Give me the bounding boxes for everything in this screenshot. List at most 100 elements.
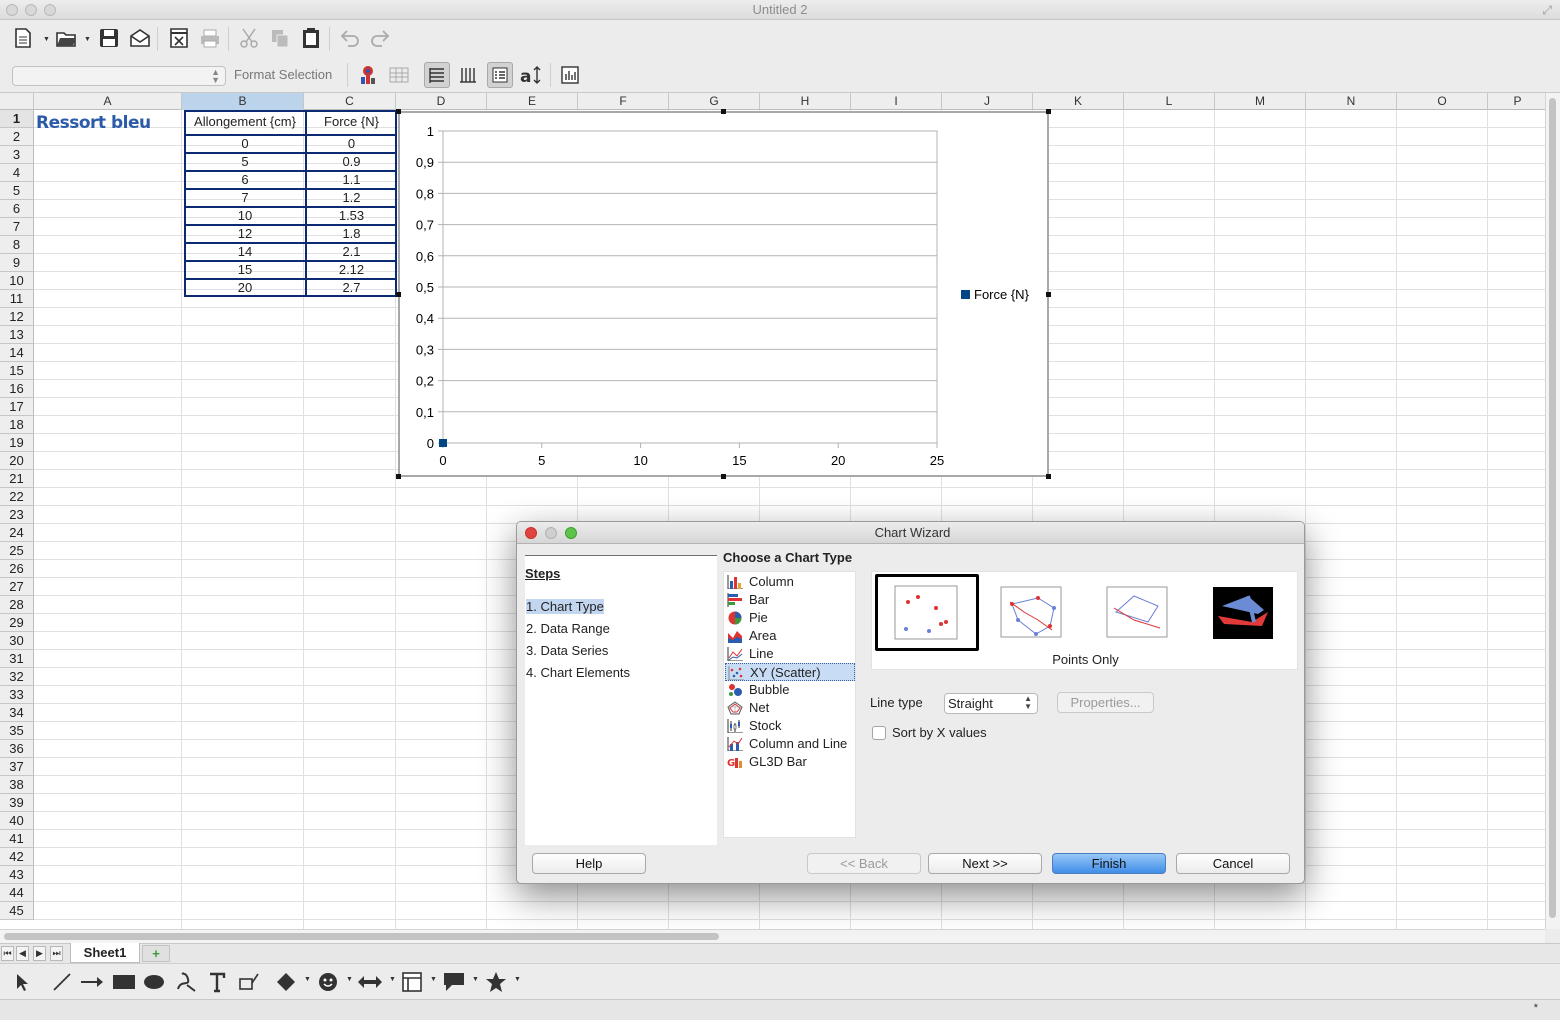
row-header-17[interactable]: 17	[0, 398, 34, 416]
row-header-14[interactable]: 14	[0, 344, 34, 362]
automatic-layout-icon[interactable]	[557, 62, 583, 88]
sheet-tab-sheet1[interactable]: Sheet1	[70, 943, 140, 963]
first-sheet-button[interactable]: ⏮	[1, 946, 14, 961]
row-header-12[interactable]: 12	[0, 308, 34, 326]
row-header-23[interactable]: 23	[0, 506, 34, 524]
row-header-39[interactable]: 39	[0, 794, 34, 812]
stars-dropdown-icon[interactable]: ▼	[514, 976, 521, 983]
vertical-scroll-thumb[interactable]	[1549, 98, 1556, 918]
new-dropdown-icon[interactable]: ▼	[43, 36, 50, 43]
horizontal-scrollbar[interactable]	[0, 929, 1545, 943]
add-sheet-button[interactable]: +	[142, 945, 170, 962]
row-header-44[interactable]: 44	[0, 884, 34, 902]
column-header-p[interactable]: P	[1488, 93, 1545, 110]
export-pdf-icon[interactable]	[166, 25, 192, 51]
help-button[interactable]: Help	[532, 853, 646, 874]
column-header-n[interactable]: N	[1306, 93, 1397, 110]
vertical-scrollbar[interactable]	[1545, 93, 1560, 929]
column-header-h[interactable]: H	[760, 93, 851, 110]
table-cell[interactable]: 6	[184, 171, 306, 189]
chart-object[interactable]: 0 0,1 0,2 0,3 0,4 0,5 0,6 0,7 0,8 0,9 1 0 5 10 15 20 25 F…	[398, 111, 1049, 477]
step-data-series[interactable]: 3. Data Series	[526, 643, 608, 658]
table-cell[interactable]: 1.1	[306, 171, 397, 189]
row-header-37[interactable]: 37	[0, 758, 34, 776]
freeform-tool-icon[interactable]	[172, 970, 200, 994]
open-folder-icon[interactable]	[54, 25, 80, 51]
prev-sheet-button[interactable]: ◀	[16, 946, 29, 961]
row-header-43[interactable]: 43	[0, 866, 34, 884]
data-table-icon[interactable]	[386, 62, 412, 88]
row-header-15[interactable]: 15	[0, 362, 34, 380]
chart-type-xy-scatter[interactable]: XY (Scatter)	[725, 663, 855, 681]
row-header-26[interactable]: 26	[0, 560, 34, 578]
block-arrows-dropdown-icon[interactable]: ▼	[389, 976, 396, 983]
row-header-18[interactable]: 18	[0, 416, 34, 434]
column-header-i[interactable]: I	[851, 93, 942, 110]
chart-type-gl3d-bar[interactable]: G GL3D Bar	[725, 753, 855, 771]
column-header-c[interactable]: C	[304, 93, 396, 110]
rectangle-tool-icon[interactable]	[110, 970, 138, 994]
save-icon[interactable]	[96, 25, 122, 51]
table-cell[interactable]: 1.8	[306, 225, 397, 243]
undo-icon[interactable]	[337, 25, 363, 51]
horizontal-grids-icon[interactable]	[424, 62, 450, 88]
table-cell[interactable]: 5	[184, 153, 306, 171]
open-dropdown-icon[interactable]: ▼	[84, 36, 91, 43]
arrow-line-icon[interactable]	[78, 970, 106, 994]
row-header-25[interactable]: 25	[0, 542, 34, 560]
row-header-2[interactable]: 2	[0, 128, 34, 146]
sort-by-x-checkbox[interactable]	[872, 726, 886, 740]
chart-type-bubble[interactable]: Bubble	[725, 681, 855, 699]
basic-shapes-icon[interactable]	[272, 970, 300, 994]
row-header-16[interactable]: 16	[0, 380, 34, 398]
symbol-shapes-dropdown-icon[interactable]: ▼	[346, 976, 353, 983]
table-cell[interactable]: 2.12	[306, 261, 397, 279]
row-header-13[interactable]: 13	[0, 326, 34, 344]
line-tool-icon[interactable]	[48, 970, 76, 994]
column-header-m[interactable]: M	[1215, 93, 1306, 110]
variant-3d-lines[interactable]	[1212, 586, 1273, 639]
row-header-27[interactable]: 27	[0, 578, 34, 596]
new-document-icon[interactable]	[10, 25, 36, 51]
table-cell[interactable]: 10	[184, 207, 306, 225]
flowchart-icon[interactable]	[398, 970, 426, 994]
chart-type-icon[interactable]	[355, 62, 381, 88]
fullscreen-icon[interactable]: ⤢	[1542, 3, 1552, 18]
step-chart-type[interactable]: 1. Chart Type	[526, 599, 604, 614]
scale-text-icon[interactable]: a	[518, 62, 544, 88]
column-header-d[interactable]: D	[396, 93, 487, 110]
symbol-shapes-icon[interactable]	[314, 970, 342, 994]
column-header-o[interactable]: O	[1397, 93, 1488, 110]
column-header-l[interactable]: L	[1124, 93, 1215, 110]
finish-button[interactable]: Finish	[1052, 853, 1166, 874]
row-header-8[interactable]: 8	[0, 236, 34, 254]
stars-icon[interactable]	[482, 970, 510, 994]
format-selection-button[interactable]: Format Selection	[234, 67, 332, 82]
column-header-e[interactable]: E	[487, 93, 578, 110]
cell-a1-title[interactable]: Ressort bleu	[36, 113, 151, 133]
flowchart-dropdown-icon[interactable]: ▼	[430, 976, 437, 983]
table-cell[interactable]: 1.2	[306, 189, 397, 207]
column-header-k[interactable]: K	[1033, 93, 1124, 110]
table-header-cell[interactable]: Force {N}	[306, 113, 397, 131]
email-icon[interactable]	[127, 25, 153, 51]
row-header-1[interactable]: 1	[0, 110, 34, 128]
chart-type-bar[interactable]: Bar	[725, 591, 855, 609]
chart-type-column-and-line[interactable]: Column and Line	[725, 735, 855, 753]
row-header-35[interactable]: 35	[0, 722, 34, 740]
callout-shapes-icon[interactable]	[440, 970, 468, 994]
print-icon[interactable]	[197, 25, 223, 51]
column-header-g[interactable]: G	[669, 93, 760, 110]
step-chart-elements[interactable]: 4. Chart Elements	[526, 665, 630, 680]
chart-type-line[interactable]: Line	[725, 645, 855, 663]
row-header-4[interactable]: 4	[0, 164, 34, 182]
select-all-corner[interactable]	[0, 93, 34, 110]
row-header-30[interactable]: 30	[0, 632, 34, 650]
row-header-21[interactable]: 21	[0, 470, 34, 488]
row-header-45[interactable]: 45	[0, 902, 34, 920]
table-cell[interactable]: 15	[184, 261, 306, 279]
cut-icon[interactable]	[236, 25, 262, 51]
table-cell[interactable]: 0	[184, 135, 306, 153]
chart-type-pie[interactable]: Pie	[725, 609, 855, 627]
table-cell[interactable]: 0.9	[306, 153, 397, 171]
